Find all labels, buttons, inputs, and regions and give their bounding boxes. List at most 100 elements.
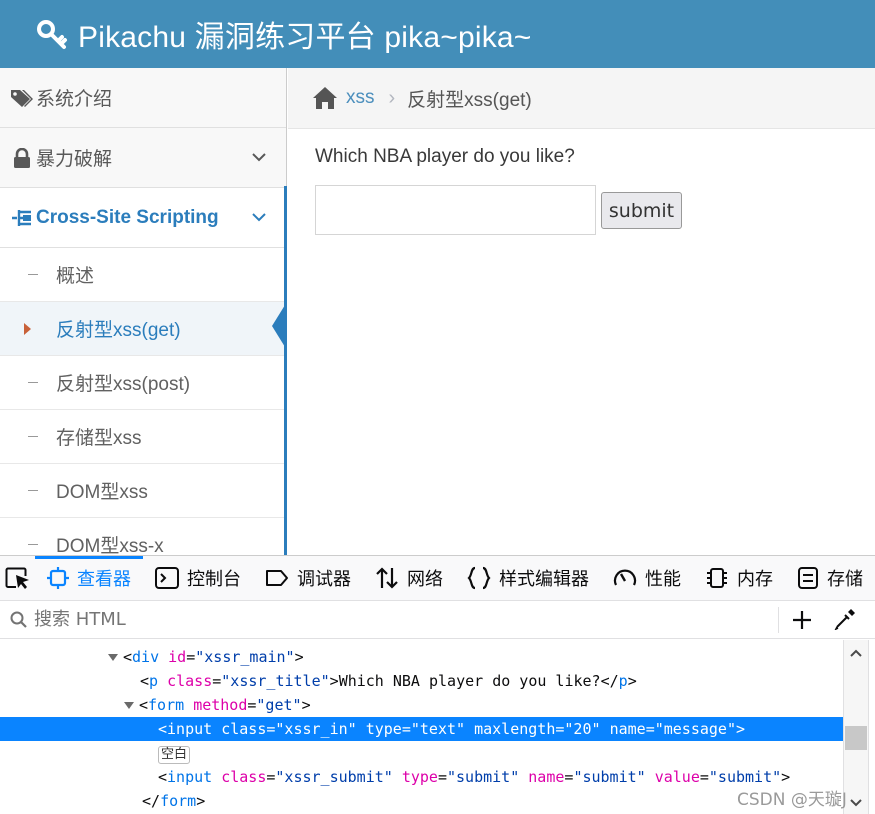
style-editor-icon [467,566,491,590]
tab-performance[interactable]: 性能 [601,556,693,600]
menu-dash [28,274,38,275]
memory-icon [707,568,727,588]
submenu-item-label: DOM型xss [56,482,148,503]
attr-value: "submit" [447,768,520,786]
text-node: Which NBA player do you like? [338,672,601,690]
attr-value: "xssr_title" [221,672,330,690]
tag-name: input [167,720,213,738]
submenu-item-overview[interactable]: 概述 [0,248,286,302]
key-icon [37,20,67,49]
tab-label: 调试器 [297,569,351,589]
attr-value: "submit" [573,768,646,786]
tree-node-whitespace[interactable]: 空白 [0,741,843,765]
sidebar-item-intro[interactable]: 系统介绍 [0,68,286,128]
tab-style-editor[interactable]: 样式编辑器 [455,556,601,600]
element-picker-button[interactable] [0,556,35,600]
toolbar-divider [778,607,779,633]
debugger-icon [266,570,288,586]
tag-name: form [160,792,197,810]
menu-dash [28,544,38,545]
message-input[interactable] [315,185,596,235]
tag-name: div [132,648,160,666]
chevron-up-icon[interactable] [850,648,862,658]
tree-node-p[interactable]: <p class="xssr_title">Which NBA player d… [0,669,843,693]
markup-tree: <div id="xssr_main"> <p class="xssr_titl… [0,640,843,814]
attr-name: name [609,720,646,738]
tab-label: 性能 [645,569,681,589]
attr-name: class [167,672,213,690]
tree-node-form-close[interactable]: </form> [0,789,843,813]
breadcrumb: xss › 反射型xss(get) [288,68,875,129]
tab-inspector[interactable]: 查看器 [35,556,143,600]
attr-name: type [365,720,402,738]
submenu-item-reflected-post[interactable]: 反射型xss(post) [0,356,286,410]
search-icon [10,611,27,628]
submenu-item-label: 存储型xss [56,428,142,449]
xss-submenu: 概述 反射型xss(get) 反射型xss(post) 存储型xss DOM型x… [0,248,286,555]
tag-name: input [167,768,213,786]
app-title: Pikachu 漏洞练习平台 pika~pika~ [78,21,532,54]
breadcrumb-separator: › [388,86,396,109]
tab-network[interactable]: 网络 [363,556,455,600]
tab-label: 网络 [407,569,443,589]
attr-name: id [168,648,187,666]
attr-value: "xssr_in" [275,720,357,738]
attr-value: "submit" [708,768,782,786]
element-picker-icon [5,567,29,589]
eyedropper-icon[interactable] [834,608,856,630]
menu-dash [28,382,38,383]
list-tree-icon [10,207,34,229]
network-icon [376,567,398,589]
sidebar-item-bruteforce[interactable]: 暴力破解 [0,128,286,188]
home-icon [313,87,337,109]
devtools-toolbar: 查看器 控制台 调试器 网络 样式编辑器 性能 内存 存储 [0,556,875,601]
sidebar-item-label: Cross-Site Scripting [36,206,219,228]
add-node-icon[interactable] [790,608,814,632]
chevron-down-icon[interactable] [850,798,862,808]
inspector-icon [47,567,69,589]
tag-name: p [149,672,159,690]
chevron-down-icon [252,153,266,162]
tab-console[interactable]: 控制台 [143,556,253,600]
chevron-down-icon [252,213,266,222]
submenu-item-label: 概述 [56,266,95,287]
tab-label: 查看器 [77,569,131,589]
storage-icon [798,567,818,589]
tab-label: 样式编辑器 [499,569,589,589]
sidebar-item-label: 暴力破解 [36,149,113,170]
html-search-input[interactable] [34,609,754,630]
submenu-item-dom-x[interactable]: DOM型xss-x [0,518,286,555]
tab-memory[interactable]: 内存 [693,556,785,600]
expand-triangle-icon[interactable] [108,654,118,661]
tab-debugger[interactable]: 调试器 [253,556,363,600]
menu-dash [28,436,38,437]
menu-dash [28,490,38,491]
submit-button[interactable]: submit [601,192,682,229]
devtools-panel: 查看器 控制台 调试器 网络 样式编辑器 性能 内存 存储 搜索 HTML <d… [0,555,875,814]
attr-name: class [221,720,267,738]
tree-node-form[interactable]: <form method="get"> [0,693,843,717]
attr-name: name [528,768,565,786]
tree-node-div[interactable]: <div id="xssr_main"> [0,645,843,669]
watermark: CSDN @天璇J [737,790,847,810]
sidebar-item-xss[interactable]: Cross-Site Scripting [0,188,286,248]
attr-name: class [221,768,267,786]
submenu-item-stored[interactable]: 存储型xss [0,410,286,464]
expand-triangle-icon[interactable] [124,702,134,709]
attr-value: "get" [256,696,302,714]
attr-value: "xssr_submit" [275,768,393,786]
active-item-indicator [272,305,285,347]
submenu-item-label: DOM型xss-x [56,536,164,555]
app-header: Pikachu 漏洞练习平台 pika~pika~ [0,0,875,68]
tab-storage[interactable]: 存储 [785,556,875,600]
lock-icon [10,147,34,169]
breadcrumb-link-xss[interactable]: xss [346,87,375,109]
tree-node-input-selected[interactable]: <input class="xssr_in" type="text" maxle… [0,717,843,741]
scrollbar-thumb[interactable] [845,726,867,750]
submenu-item-reflected-get[interactable]: 反射型xss(get) [0,302,286,356]
xss-question: Which NBA player do you like? [315,146,575,167]
attr-value: "message" [654,720,736,738]
submenu-item-dom[interactable]: DOM型xss [0,464,286,518]
tree-node-input-submit[interactable]: <input class="xssr_submit" type="submit"… [0,765,843,789]
breadcrumb-current: 反射型xss(get) [407,89,532,111]
